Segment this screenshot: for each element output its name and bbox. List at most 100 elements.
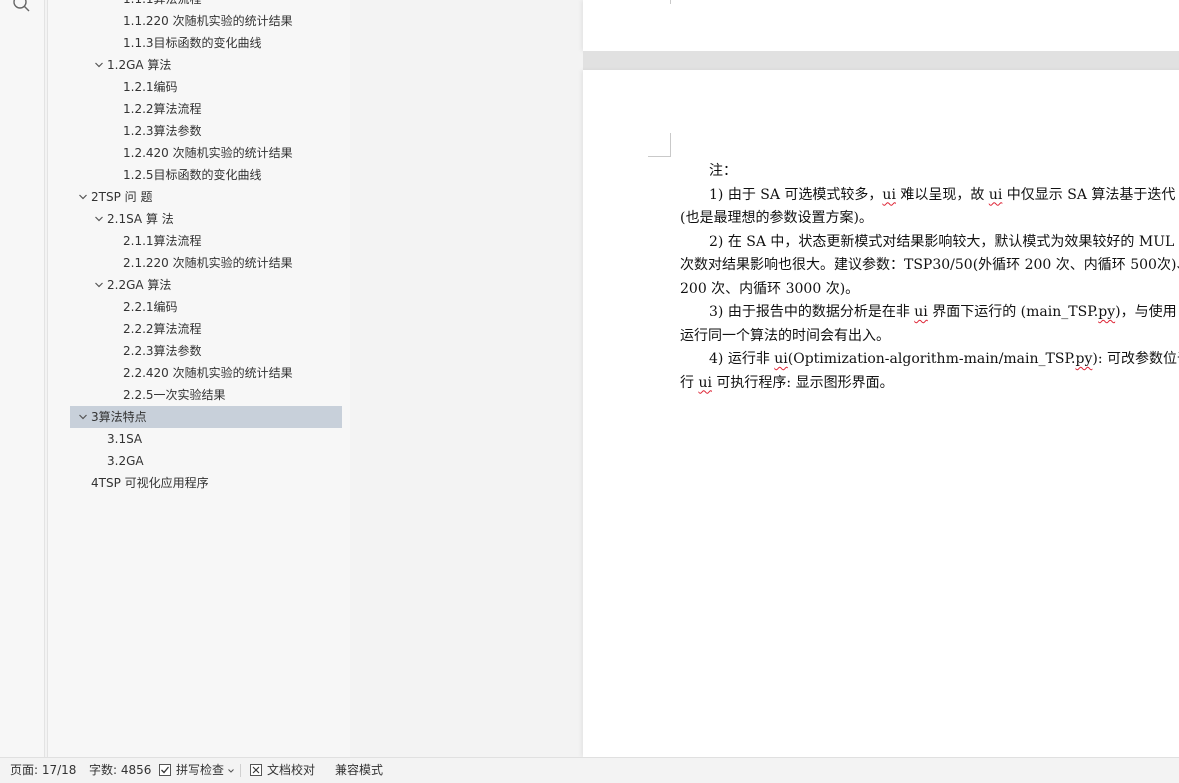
- text-run: (Optimization-algorithm-main/main_TSP.: [787, 351, 1076, 367]
- nav-item[interactable]: 1.2.3算法参数: [48, 120, 348, 142]
- paragraph-line: 3) 由于报告中的数据分析是在非 ui 界面下运行的 (main_TSP.py)…: [680, 301, 1179, 325]
- nav-item-label: 2.2.3算法参数: [123, 344, 202, 358]
- text-run: 界面下运行的 (main_TSP.: [927, 304, 1099, 320]
- nav-item-label: 1.2.1编码: [123, 80, 178, 94]
- nav-item[interactable]: 2.1SA 算 法: [48, 208, 348, 230]
- status-bar: 页面: 17/18 字数: 4856 拼写检查 文档校对 兼容模式: [0, 757, 1179, 783]
- nav-item-label: 4TSP 可视化应用程序: [91, 476, 209, 490]
- nav-item-label: 2TSP 问 题: [91, 190, 153, 204]
- paragraph-line: (也是最理想的参数设置方案)。: [680, 207, 1179, 231]
- nav-item-label: 1.1.3目标函数的变化曲线: [123, 36, 262, 50]
- paragraph-line: 200 次、内循环 3000 次)。: [680, 278, 1179, 302]
- proofread-button[interactable]: 文档校对: [267, 758, 315, 783]
- text-run: 次数对结果影响也很大。建议参数：TSP30/50(外循环 200 次、内循环 5…: [680, 257, 1179, 273]
- search-icon[interactable]: [12, 0, 32, 14]
- nav-item-label: 2.2.1编码: [123, 300, 178, 314]
- text-run: 难以呈现，故: [895, 186, 989, 203]
- word-count[interactable]: 字数: 4856: [89, 758, 151, 783]
- crop-mark: [648, 133, 671, 157]
- nav-item[interactable]: 1.1.220 次随机实验的统计结果: [48, 10, 348, 32]
- nav-item[interactable]: 2.1.220 次随机实验的统计结果: [48, 252, 348, 274]
- text-run: 4) 运行非: [709, 351, 775, 367]
- nav-item[interactable]: 2.2GA 算法: [48, 274, 348, 296]
- nav-item[interactable]: 2.2.3算法参数: [48, 340, 348, 362]
- nav-item-label: 1.2.420 次随机实验的统计结果: [123, 146, 293, 160]
- spelling-flagged-text: ui: [774, 351, 788, 367]
- proofread-icon[interactable]: [250, 764, 262, 776]
- chevron-down-icon[interactable]: [77, 411, 89, 423]
- chevron-down-icon[interactable]: [93, 213, 105, 225]
- nav-item[interactable]: 2.2.5一次实验结果: [48, 384, 348, 406]
- chevron-down-icon[interactable]: [228, 768, 234, 774]
- text-run: 200 次、内循环 3000 次)。: [680, 280, 860, 297]
- nav-item-label: 1.2.3算法参数: [123, 124, 202, 138]
- text-run: 3) 由于报告中的数据分析是在非: [709, 304, 915, 320]
- document-workspace: 注： 1) 由于 SA 可选模式较多，ui 难以呈现，故 ui 中仅显示 SA 算…: [350, 0, 1179, 757]
- nav-item[interactable]: 1.1.3目标函数的变化曲线: [48, 32, 348, 54]
- nav-item-label: 3.1SA: [107, 432, 143, 446]
- nav-item-label: 2.2GA 算法: [107, 278, 172, 292]
- navigation-pane: 1.1.1算法流程 1.1.220 次随机实验的统计结果 1.1.3目标函数的变化曲…: [47, 0, 351, 757]
- paragraph-line: 运行同一个算法的时间会有出入。: [680, 325, 1179, 349]
- nav-item-label: 2.1.220 次随机实验的统计结果: [123, 256, 293, 270]
- text-run: 2) 在 SA 中，状态更新模式对结果影响较大，默认模式为效果较好的 MUL: [709, 233, 1175, 250]
- chevron-down-icon[interactable]: [93, 279, 105, 291]
- nav-item[interactable]: 2.2.1编码: [48, 296, 348, 318]
- nav-item[interactable]: 2.2.420 次随机实验的统计结果: [48, 362, 348, 384]
- spelling-flagged-text: ui: [988, 186, 1003, 203]
- nav-item[interactable]: 2TSP 问 题: [48, 186, 348, 208]
- nav-item[interactable]: 4TSP 可视化应用程序: [48, 472, 348, 494]
- nav-item-label: 2.2.420 次随机实验的统计结果: [123, 366, 293, 380]
- paragraph-line: 注：: [680, 160, 1179, 184]
- nav-item[interactable]: 1.1.1算法流程: [48, 0, 348, 10]
- previous-page: [583, 0, 1179, 51]
- paragraph-line: 2) 在 SA 中，状态更新模式对结果影响较大，默认模式为效果较好的 MUL: [680, 231, 1179, 255]
- nav-item-label: 2.1.1算法流程: [123, 234, 202, 248]
- compat-mode: 兼容模式: [335, 763, 384, 777]
- nav-item-label: 2.2.2算法流程: [123, 322, 202, 336]
- nav-item-label: 3算法特点: [91, 410, 147, 424]
- nav-item-label: 1.2.5目标函数的变化曲线: [123, 168, 262, 182]
- nav-item[interactable]: 3.1SA: [48, 428, 348, 450]
- nav-item[interactable]: 1.2GA 算法: [48, 54, 348, 76]
- nav-item[interactable]: 3.2GA: [48, 450, 348, 472]
- text-run: 行: [680, 374, 699, 391]
- spelling-flagged-text: ui: [882, 186, 896, 203]
- text-run: 注：: [709, 163, 737, 179]
- nav-item[interactable]: 3算法特点: [70, 406, 342, 428]
- paragraph-line: 行 ui 可执行程序: 显示图形界面。: [680, 372, 1179, 396]
- text-run: 可执行程序: 显示图形界面。: [711, 374, 894, 391]
- nav-item-label: 2.1SA 算 法: [107, 212, 174, 226]
- spellcheck-button[interactable]: 拼写检查: [176, 758, 224, 783]
- nav-item[interactable]: 1.2.420 次随机实验的统计结果: [48, 142, 348, 164]
- nav-item[interactable]: 1.2.1编码: [48, 76, 348, 98]
- nav-item-label: 1.2GA 算法: [107, 58, 172, 72]
- text-run: (也是最理想的参数设置方案)。: [680, 210, 873, 226]
- nav-item[interactable]: 1.2.2算法流程: [48, 98, 348, 120]
- spelling-flagged-text: py: [1098, 304, 1116, 320]
- page-indicator[interactable]: 页面: 17/18: [10, 758, 76, 783]
- page-gap: [583, 51, 1179, 70]
- spelling-flagged-text: py: [1075, 351, 1093, 367]
- text-run: ): 可改参数位于 3: [1092, 351, 1179, 367]
- nav-item-label: 1.1.220 次随机实验的统计结果: [123, 14, 293, 28]
- chevron-down-icon[interactable]: [77, 191, 89, 203]
- chevron-down-icon[interactable]: [93, 59, 105, 71]
- nav-item[interactable]: 1.2.5目标函数的变化曲线: [48, 164, 348, 186]
- paragraph-line: 次数对结果影响也很大。建议参数：TSP30/50(外循环 200 次、内循环 5…: [680, 254, 1179, 278]
- nav-item-label: 3.2GA: [107, 454, 144, 468]
- text-run: )，与使用: [1115, 304, 1177, 320]
- left-rail: [0, 0, 45, 757]
- nav-item[interactable]: 2.1.1算法流程: [48, 230, 348, 252]
- paragraph-line: 1) 由于 SA 可选模式较多，ui 难以呈现，故 ui 中仅显示 SA 算法基…: [680, 184, 1179, 208]
- nav-item[interactable]: 2.2.2算法流程: [48, 318, 348, 340]
- nav-item-label: 1.2.2算法流程: [123, 102, 202, 116]
- document-body[interactable]: 注： 1) 由于 SA 可选模式较多，ui 难以呈现，故 ui 中仅显示 SA 算…: [680, 160, 1179, 395]
- paragraph-line: 4) 运行非 ui(Optimization-algorithm-main/ma…: [680, 348, 1179, 372]
- status-divider: [240, 764, 241, 777]
- spelling-flagged-text: ui: [914, 304, 928, 320]
- nav-item-label: 1.1.1算法流程: [123, 0, 202, 10]
- spellcheck-checkbox-icon[interactable]: [159, 764, 171, 776]
- spelling-flagged-text: ui: [698, 374, 712, 391]
- text-run: 运行同一个算法的时间会有出入。: [680, 327, 890, 344]
